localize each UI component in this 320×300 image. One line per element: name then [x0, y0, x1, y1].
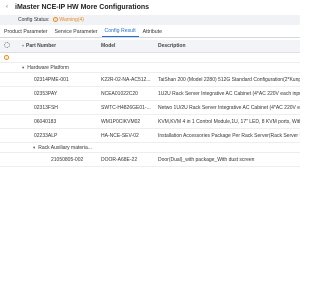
model-cell: K22R-02-NA-AC512...	[101, 76, 151, 83]
part-number-cell: 21050805-002	[51, 156, 84, 163]
part-number-cell: 02313FSH	[34, 104, 58, 111]
description-cell: Netwo 1U/2U Rack Server Integrative AC C…	[158, 104, 300, 111]
table-row[interactable]: 02233ALP HA-NCE-SEV-02 Installation Acce…	[0, 129, 300, 143]
model-cell: DOOR-A68E-22	[101, 156, 138, 163]
table-header: ▾ Part Number Model Description	[0, 40, 300, 53]
group-row-hardware-platform[interactable]: ▾ Hardware Platform	[0, 63, 300, 73]
model-cell: NCEA01022C20	[101, 90, 138, 97]
column-header-description[interactable]: Description	[158, 43, 300, 49]
column-header-part-label: Part Number	[26, 43, 57, 49]
part-number-cell: 02353PAY	[34, 90, 58, 97]
config-result-table: ▾ Part Number Model Description ! ▾ Hardwa…	[0, 40, 300, 167]
tab-config-result[interactable]: Config Result	[101, 28, 139, 37]
expand-caret-icon[interactable]: ▾	[22, 65, 24, 71]
column-header-model[interactable]: Model	[101, 43, 158, 49]
tab-bar: Product Parameter Service Parameter Conf…	[0, 26, 300, 38]
row-status-cell: !	[0, 54, 13, 61]
collapse-chevron-icon[interactable]: ‹	[6, 4, 12, 10]
group-hardware-platform[interactable]: ▾ Hardware Platform	[13, 65, 101, 71]
column-settings-cell[interactable]	[0, 42, 13, 50]
column-header-part[interactable]: ▾ Part Number	[13, 43, 101, 49]
config-status-value[interactable]: ! Warning(4)	[53, 17, 84, 23]
tab-product-parameter[interactable]: Product Parameter	[1, 29, 51, 37]
table-row[interactable]: 06040183 WM1P0CIKVM02 KVM,KVM 4 in 1 Con…	[0, 115, 300, 129]
model-cell: HA-NCE-SEV-02	[101, 132, 139, 139]
page-title: iMaster NCE-IP HW More Configurations	[15, 3, 150, 11]
window-title-bar: ‹ iMaster NCE-IP HW More Configurations	[0, 0, 300, 14]
description-cell: TaiShan 200 (Model 2280) 512G Standard C…	[158, 76, 300, 83]
model-cell: WM1P0CIKVM02	[101, 118, 141, 125]
model-cell: SWTC-H4826GE01-...	[101, 104, 151, 111]
part-number-cell: 06040183	[34, 118, 57, 125]
table-row[interactable]: 02313FSH SWTC-H4826GE01-... Netwo 1U/2U …	[0, 101, 300, 115]
table-row[interactable]: 02314PME-001 K22R-02-NA-AC512... TaiShan…	[0, 73, 300, 87]
config-status-label: Config Status:	[18, 17, 50, 23]
description-cell: 1U2U Rack Server Integrative AC Cabinet …	[158, 90, 300, 97]
part-number-cell: 02314PME-001	[34, 76, 69, 83]
group-label: Rack Auxiliary materia...	[38, 144, 92, 151]
sort-icon[interactable]: ▾	[22, 43, 24, 48]
tab-service-parameter[interactable]: Service Parameter	[52, 29, 101, 37]
gear-icon[interactable]	[3, 42, 10, 48]
table-row-warning: !	[0, 53, 300, 63]
description-cell: KVM,KVM 4 in 1 Control Module,1U, 17" LE…	[158, 118, 300, 125]
expand-caret-icon[interactable]: ▾	[33, 145, 35, 151]
table-row[interactable]: 21050805-002 DOOR-A68E-22 Door(Dual)_wit…	[0, 153, 300, 167]
description-cell: Installation Accessories Package Per Rac…	[158, 132, 300, 139]
group-rack-auxiliary[interactable]: ▾ Rack Auxiliary materia...	[13, 145, 101, 151]
group-row-rack-auxiliary[interactable]: ▾ Rack Auxiliary materia...	[0, 143, 300, 153]
part-number-cell: 02233ALP	[34, 132, 58, 139]
table-row[interactable]: 02353PAY NCEA01022C20 1U2U Rack Server I…	[0, 87, 300, 101]
config-status-bar: Config Status: ! Warning(4)	[0, 15, 300, 25]
description-cell: Door(Dual)_with package_With dust screen	[158, 156, 255, 163]
group-label: Hardware Platform	[27, 64, 69, 71]
warning-icon: !	[53, 17, 59, 23]
warning-info-icon[interactable]: !	[4, 54, 9, 60]
config-status-text[interactable]: Warning(4)	[59, 17, 84, 23]
tab-attribute[interactable]: Attribute	[140, 29, 165, 37]
